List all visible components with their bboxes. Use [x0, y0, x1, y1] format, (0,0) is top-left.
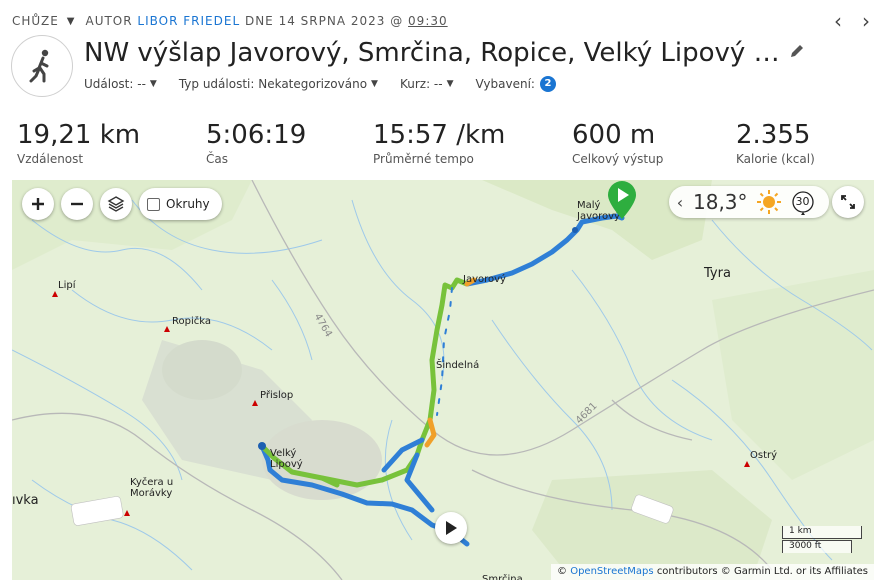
course-label: Kurz: --	[399, 77, 443, 91]
stat-label: Čas	[206, 152, 228, 166]
laps-checkbox[interactable]	[147, 197, 160, 211]
start-location-pin-icon[interactable]	[606, 180, 638, 220]
map-label-velky-lipovy: Velký Lipový	[270, 448, 303, 470]
stat-time: 5:06:19 Čas	[206, 118, 306, 166]
author-link[interactable]: LIBOR FRIEDEL	[137, 14, 240, 28]
activity-time[interactable]: 09:30	[408, 14, 448, 28]
peak-marker-icon	[164, 326, 170, 332]
map-label-lipi: Lipí	[58, 280, 76, 291]
stat-label: Celkový výstup	[572, 152, 664, 166]
peak-marker-icon	[52, 291, 58, 297]
play-icon	[446, 521, 457, 535]
map-label-prislop: Přislop	[260, 390, 294, 401]
activity-icon-avatar	[11, 35, 73, 97]
stat-value: 600 m	[572, 120, 656, 150]
next-activity-icon[interactable]: ›	[856, 10, 876, 32]
activity-date: DNE 14 SRPNA 2023 @	[244, 14, 404, 28]
weather-prev-icon[interactable]: ‹	[669, 193, 691, 212]
zoom-out-button[interactable]	[61, 188, 93, 220]
attribution-prefix: ©	[557, 566, 568, 577]
event-type-dropdown[interactable]: Typ události: Nekategorizováno ▼	[179, 77, 378, 91]
event-type-label: Typ události: Nekategorizováno	[178, 77, 368, 91]
scale-imperial-label: 3000 ft	[789, 541, 822, 551]
fullscreen-button[interactable]	[832, 186, 864, 218]
stat-calories: 2.355 Kalorie (kcal)	[736, 118, 815, 166]
gear-label: Vybavení:	[475, 77, 535, 91]
wind-indicator: 30	[790, 189, 816, 215]
event-dropdown[interactable]: Událost: -- ▼	[84, 77, 157, 91]
gear-link[interactable]: Vybavení: 2	[476, 76, 556, 92]
gear-count-badge: 2	[539, 76, 556, 92]
scale-bar-imperial: 3000 ft	[782, 540, 852, 553]
map-label-ostry: Ostrý	[750, 450, 778, 461]
scale-metric-label: 1 km	[789, 526, 812, 536]
chevron-down-icon: ▼	[446, 79, 454, 89]
activity-meta: CHŮZE ▼ AUTOR LIBOR FRIEDEL DNE 14 SRPNA…	[12, 12, 448, 30]
peak-marker-icon	[744, 461, 750, 467]
map-attribution: © OpenStreetMaps contributors © Garmin L…	[551, 564, 874, 580]
activity-type[interactable]: CHŮZE	[12, 14, 59, 28]
map-layers-button[interactable]	[100, 188, 132, 220]
previous-activity-icon[interactable]: ‹	[828, 10, 848, 32]
event-label: Událost: --	[84, 77, 146, 91]
stat-value: 15:57 /km	[373, 120, 506, 150]
wind-speed: 30	[795, 195, 810, 208]
activity-type-dropdown-icon[interactable]: ▼	[67, 16, 76, 27]
weather-widget: ‹ 18,3° 30	[669, 186, 829, 218]
stat-distance: 19,21 km Vzdálenost	[17, 118, 140, 166]
map-label-vka: ıvka	[12, 493, 39, 508]
course-dropdown[interactable]: Kurz: -- ▼	[400, 77, 454, 91]
peak-marker-icon	[124, 510, 130, 516]
expand-icon	[841, 195, 855, 209]
map-scale: 1 km 3000 ft	[782, 526, 862, 558]
scale-bar-metric: 1 km	[782, 526, 862, 539]
laps-toggle[interactable]: Okruhy	[139, 188, 222, 220]
weather-temperature: 18,3°	[693, 190, 748, 214]
activity-details-bar: Událost: -- ▼ Typ události: Nekategorizo…	[84, 75, 578, 93]
layers-icon	[107, 196, 125, 212]
chevron-down-icon: ▼	[149, 79, 157, 89]
plus-icon	[32, 198, 44, 210]
laps-toggle-label: Okruhy	[166, 197, 210, 211]
edit-pencil-icon[interactable]	[788, 42, 806, 60]
map-label-kycera: Kyčera u Morávky	[130, 477, 174, 499]
stat-pace: 15:57 /km Průměrné tempo	[373, 118, 505, 166]
stat-value: 2.355	[736, 120, 811, 150]
openstreetmap-link[interactable]: OpenStreetMaps	[570, 566, 653, 577]
map-label-ropicka: Ropička	[172, 316, 211, 327]
map-label-javorovy: Javorový	[463, 274, 506, 285]
map-label-sindelna: Šindelná	[436, 360, 480, 371]
peak-marker-icon	[252, 400, 258, 406]
stat-value: 5:06:19	[206, 120, 307, 150]
chevron-down-icon: ▼	[371, 79, 378, 89]
playback-button[interactable]	[435, 512, 467, 544]
activity-map[interactable]: Lipí Ropička Přislop Velký Lipový Kyčera…	[12, 180, 874, 580]
author-prefix: AUTOR	[85, 14, 133, 28]
sunny-weather-icon	[756, 190, 781, 214]
attribution-text: contributors © Garmin Ltd. or its Affili…	[656, 566, 868, 577]
activity-title: NW výšlap Javorový, Smrčina, Ropice, Vel…	[84, 38, 784, 68]
minus-icon	[71, 202, 83, 206]
zoom-in-button[interactable]	[22, 188, 54, 220]
stat-label: Průměrné tempo	[373, 152, 474, 166]
stat-label: Kalorie (kcal)	[736, 152, 815, 166]
stat-label: Vzdálenost	[17, 152, 84, 166]
walking-icon	[29, 49, 49, 83]
stat-ascent: 600 m Celkový výstup	[572, 118, 663, 166]
map-label-tyra: Tyra	[704, 266, 731, 281]
map-label-smrcina: Smrčina	[482, 574, 523, 580]
stat-value: 19,21 km	[17, 120, 141, 150]
